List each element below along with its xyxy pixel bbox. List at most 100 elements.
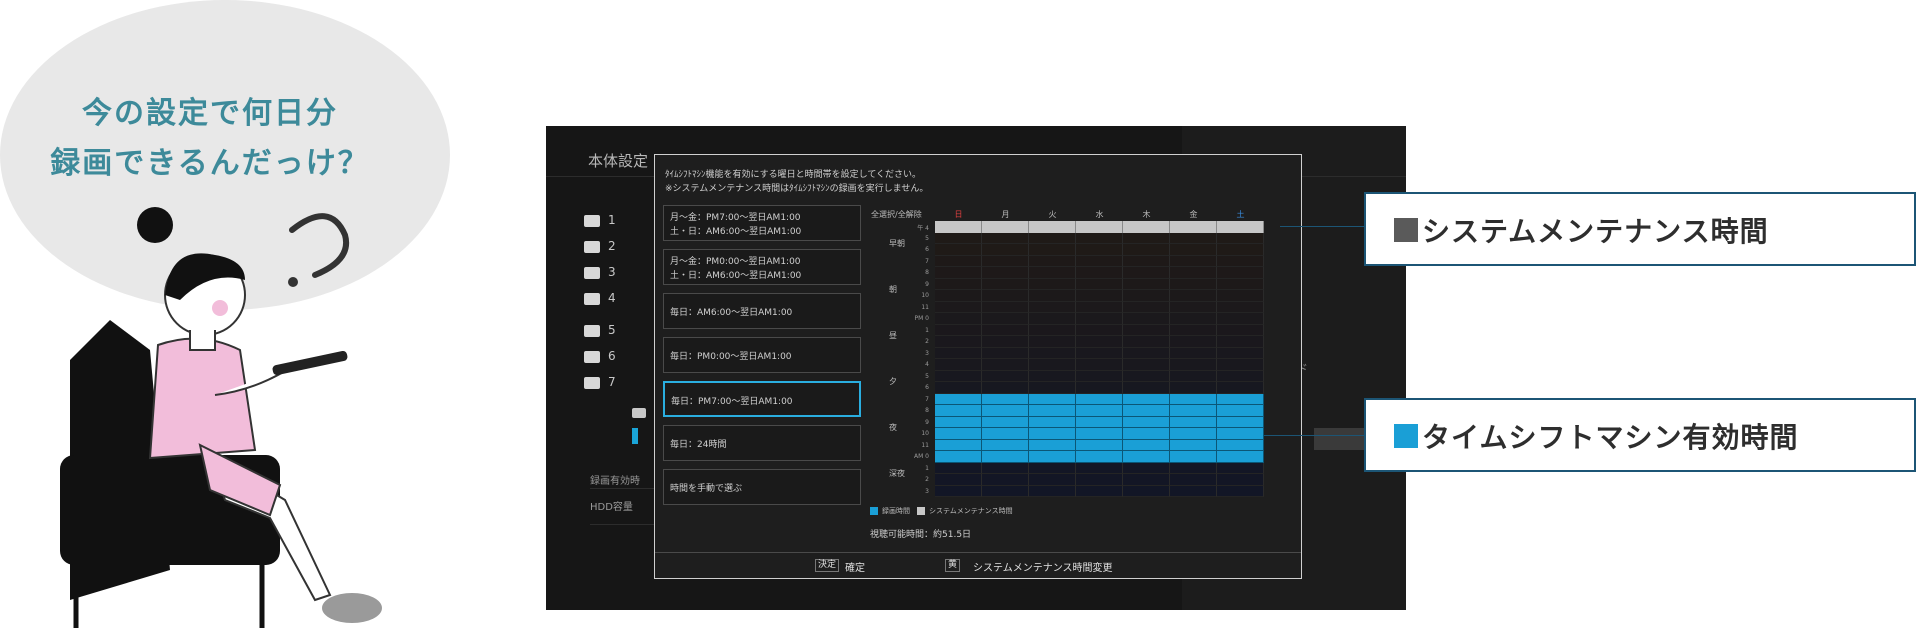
- schedule-cell[interactable]: [982, 405, 1029, 417]
- select-all-toggle[interactable]: 全選択/全解除: [871, 209, 922, 220]
- schedule-cell[interactable]: [1170, 428, 1217, 440]
- schedule-cell[interactable]: [1217, 267, 1264, 279]
- schedule-cell[interactable]: [1076, 370, 1123, 382]
- schedule-cell[interactable]: [1123, 232, 1170, 244]
- schedule-cell[interactable]: [982, 267, 1029, 279]
- schedule-cell[interactable]: [1217, 313, 1264, 325]
- schedule-cell[interactable]: [1170, 485, 1217, 497]
- schedule-cell[interactable]: [1170, 370, 1217, 382]
- schedule-cell[interactable]: [935, 267, 982, 279]
- schedule-cell[interactable]: [1029, 244, 1076, 256]
- schedule-cell[interactable]: [1170, 336, 1217, 348]
- schedule-cell[interactable]: [1123, 370, 1170, 382]
- schedule-cell[interactable]: [1076, 255, 1123, 267]
- schedule-cell[interactable]: [1217, 290, 1264, 302]
- day-header[interactable]: 土: [1217, 209, 1264, 220]
- schedule-cell[interactable]: [1029, 439, 1076, 451]
- schedule-cell[interactable]: [1217, 255, 1264, 267]
- schedule-cell[interactable]: [935, 278, 982, 290]
- schedule-cell[interactable]: [982, 301, 1029, 313]
- schedule-cell[interactable]: [935, 393, 982, 405]
- schedule-cell[interactable]: [1170, 301, 1217, 313]
- schedule-cell[interactable]: [1217, 347, 1264, 359]
- schedule-cell[interactable]: [1076, 301, 1123, 313]
- schedule-cell[interactable]: [982, 255, 1029, 267]
- schedule-cell[interactable]: [935, 347, 982, 359]
- schedule-cell[interactable]: [1170, 347, 1217, 359]
- schedule-cell[interactable]: [1217, 474, 1264, 486]
- schedule-cell[interactable]: [1217, 278, 1264, 290]
- schedule-cell[interactable]: [1217, 393, 1264, 405]
- schedule-option[interactable]: 毎日：AM6:00～翌日AM1:00: [663, 293, 861, 329]
- schedule-cell[interactable]: [1170, 290, 1217, 302]
- schedule-cell[interactable]: [982, 485, 1029, 497]
- schedule-option[interactable]: 月～金：PM0:00～翌日AM1:00 土・日：AM6:00～翌日AM1:00: [663, 249, 861, 285]
- schedule-cell[interactable]: [1029, 462, 1076, 474]
- schedule-cell[interactable]: [982, 439, 1029, 451]
- schedule-cell[interactable]: [1029, 221, 1076, 233]
- confirm-button[interactable]: 確定: [845, 559, 865, 574]
- schedule-cell[interactable]: [935, 416, 982, 428]
- schedule-cell[interactable]: [1123, 221, 1170, 233]
- schedule-cell[interactable]: [1029, 347, 1076, 359]
- schedule-cell[interactable]: [1076, 313, 1123, 325]
- day-header[interactable]: 木: [1123, 209, 1170, 220]
- schedule-cell[interactable]: [1123, 347, 1170, 359]
- schedule-cell[interactable]: [1076, 221, 1123, 233]
- schedule-cell[interactable]: [982, 232, 1029, 244]
- schedule-cell[interactable]: [1170, 416, 1217, 428]
- schedule-cell[interactable]: [1076, 290, 1123, 302]
- schedule-cell[interactable]: [1123, 290, 1170, 302]
- schedule-cell[interactable]: [935, 301, 982, 313]
- schedule-cell[interactable]: [1029, 485, 1076, 497]
- schedule-cell[interactable]: [1029, 428, 1076, 440]
- schedule-cell[interactable]: [1029, 278, 1076, 290]
- schedule-cell[interactable]: [1123, 485, 1170, 497]
- schedule-cell[interactable]: [1170, 221, 1217, 233]
- schedule-option[interactable]: 時間を手動で選ぶ: [663, 469, 861, 505]
- schedule-cell[interactable]: [1029, 416, 1076, 428]
- schedule-cell[interactable]: [1217, 439, 1264, 451]
- schedule-cell[interactable]: [1076, 405, 1123, 417]
- schedule-cell[interactable]: [1123, 359, 1170, 371]
- schedule-cell[interactable]: [1123, 244, 1170, 256]
- schedule-cell[interactable]: [1170, 474, 1217, 486]
- schedule-cell[interactable]: [935, 485, 982, 497]
- schedule-option[interactable]: 月～金：PM7:00～翌日AM1:00 土・日：AM6:00～翌日AM1:00: [663, 205, 861, 241]
- schedule-cell[interactable]: [1076, 485, 1123, 497]
- schedule-cell[interactable]: [1029, 232, 1076, 244]
- schedule-cell[interactable]: [1029, 324, 1076, 336]
- schedule-cell[interactable]: [982, 336, 1029, 348]
- schedule-cell[interactable]: [1076, 359, 1123, 371]
- schedule-cell[interactable]: [1217, 359, 1264, 371]
- day-header[interactable]: 水: [1076, 209, 1123, 220]
- schedule-cell[interactable]: [982, 416, 1029, 428]
- schedule-cell[interactable]: [935, 370, 982, 382]
- schedule-cell[interactable]: [1076, 278, 1123, 290]
- schedule-cell[interactable]: [935, 439, 982, 451]
- schedule-cell[interactable]: [935, 255, 982, 267]
- schedule-cell[interactable]: [935, 428, 982, 440]
- day-header[interactable]: 火: [1029, 209, 1076, 220]
- schedule-cell[interactable]: [1123, 428, 1170, 440]
- schedule-cell[interactable]: [1029, 405, 1076, 417]
- schedule-cell[interactable]: [1170, 439, 1217, 451]
- schedule-cell[interactable]: [982, 313, 1029, 325]
- schedule-cell[interactable]: [1076, 393, 1123, 405]
- schedule-cell[interactable]: [1170, 462, 1217, 474]
- schedule-cell[interactable]: [1076, 416, 1123, 428]
- schedule-cell[interactable]: [1076, 267, 1123, 279]
- schedule-cell[interactable]: [1076, 439, 1123, 451]
- schedule-cell[interactable]: [1076, 382, 1123, 394]
- schedule-cell[interactable]: [935, 290, 982, 302]
- day-header[interactable]: 金: [1170, 209, 1217, 220]
- schedule-cell[interactable]: [935, 232, 982, 244]
- schedule-option[interactable]: 毎日：PM7:00～翌日AM1:00: [663, 381, 861, 417]
- schedule-cell[interactable]: [1170, 393, 1217, 405]
- schedule-cell[interactable]: [1170, 405, 1217, 417]
- schedule-cell[interactable]: [935, 451, 982, 463]
- schedule-cell[interactable]: [1123, 313, 1170, 325]
- schedule-cell[interactable]: [1170, 382, 1217, 394]
- schedule-cell[interactable]: [1029, 451, 1076, 463]
- schedule-cell[interactable]: [1217, 324, 1264, 336]
